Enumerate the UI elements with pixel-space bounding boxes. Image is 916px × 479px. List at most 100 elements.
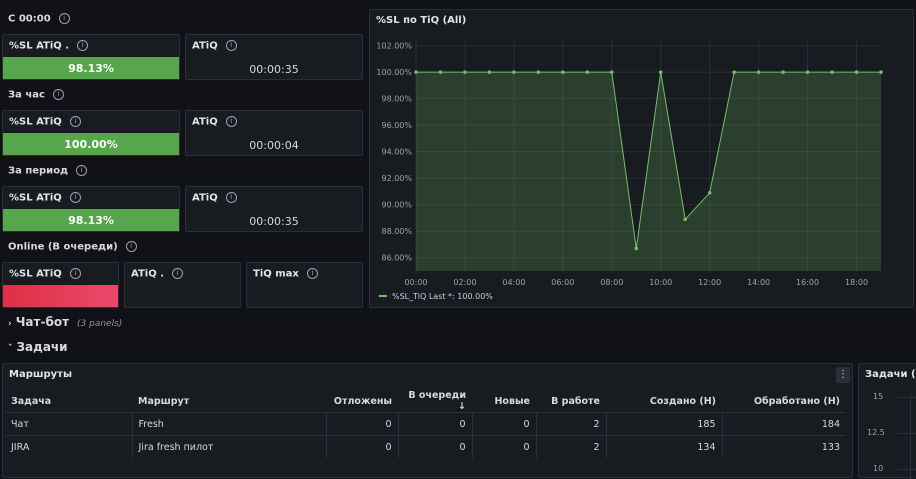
- info-icon[interactable]: i: [172, 268, 183, 279]
- data-point: [707, 190, 712, 195]
- y-tick-label: 88.00%: [381, 227, 412, 236]
- table-cell: 133: [721, 435, 846, 458]
- data-point: [463, 70, 467, 74]
- y-tick-label: 94.00%: [381, 148, 412, 157]
- data-point: [609, 70, 614, 74]
- column-header[interactable]: Обработано (Н): [722, 390, 846, 413]
- x-tick-label: 02:00: [453, 278, 476, 287]
- panel-title: %SL ATiQ i: [9, 268, 81, 280]
- data-point: [414, 70, 418, 74]
- table-row[interactable]: Чат Fresh 0 0 0 2 185 184: [5, 412, 846, 436]
- atiq-online-panel: ATiQ .i: [124, 262, 241, 308]
- info-icon[interactable]: i: [52, 89, 64, 100]
- column-header[interactable]: Новые: [472, 390, 536, 413]
- x-tick-label: 18:00: [845, 278, 868, 287]
- panel-title: ATiQ i: [192, 192, 237, 204]
- data-point: [536, 70, 541, 74]
- panel-count: (3 panels): [77, 319, 123, 329]
- row-title-text: За час: [8, 89, 45, 101]
- data-point: [805, 70, 810, 74]
- row-title-text: Online (В очереди): [8, 241, 118, 253]
- y-tick-label: 102.00%: [376, 42, 412, 51]
- row-tasks[interactable]: ˇ Задачи: [8, 340, 68, 354]
- info-icon[interactable]: i: [225, 192, 237, 203]
- panel-title: ATiQ .i: [131, 268, 183, 280]
- info-icon[interactable]: i: [306, 268, 318, 279]
- y-tick-label: 100.00%: [376, 68, 412, 77]
- x-tick-label: 04:00: [502, 278, 525, 287]
- row-chat-bot[interactable]: › Чат-бот (3 panels): [8, 315, 122, 329]
- column-header[interactable]: В очереди ↓: [398, 390, 472, 413]
- y-tick-label: 98.00%: [381, 95, 412, 104]
- legend-label: %SL_TiQ Last *: 100.00%: [392, 292, 493, 301]
- sl-atiq-panel-1: %SL ATiQ .i 98.13%: [2, 34, 180, 80]
- table-cell: 0: [325, 412, 398, 436]
- table-cell: 134: [605, 435, 722, 458]
- column-header[interactable]: Создано (Н): [606, 390, 722, 413]
- table-cell: 0: [471, 435, 536, 458]
- data-point: [634, 246, 639, 251]
- stat-value: 98.13%: [68, 214, 114, 227]
- column-header[interactable]: Отложены: [326, 390, 398, 413]
- panel-title: Задачи (All: [865, 369, 916, 380]
- info-icon[interactable]: i: [58, 13, 70, 24]
- stat-fill: 98.13%: [3, 209, 179, 231]
- table-cell: 0: [325, 435, 398, 458]
- column-header[interactable]: В работе: [536, 390, 606, 413]
- data-point: [879, 70, 883, 74]
- table-cell: Jira fresh пилот: [131, 435, 326, 458]
- row-title-last-hour: За час i: [8, 89, 64, 101]
- column-header[interactable]: Маршрут: [132, 390, 326, 413]
- grid-line: [897, 433, 916, 434]
- panel-title: %SL ATiQ i: [9, 192, 81, 204]
- sl-atiq-panel-2: %SL ATiQ i 100.00%: [2, 110, 180, 156]
- panel-title: %SL ATiQ .i: [9, 40, 89, 52]
- stat-fill: 98.13%: [3, 57, 179, 79]
- grid-line: [897, 469, 916, 470]
- stat-fill: 100.00%: [3, 133, 179, 155]
- info-icon[interactable]: i: [225, 40, 237, 51]
- data-point: [512, 70, 516, 74]
- tasks-all-panel: Задачи (All 15 12.5 10: [858, 363, 916, 479]
- vertical-dots-icon[interactable]: ⋮: [836, 367, 850, 383]
- stat-value: 100.00%: [64, 138, 118, 151]
- info-icon[interactable]: i: [225, 116, 237, 127]
- stat-fill: [3, 285, 118, 307]
- table-cell: Чат: [5, 412, 132, 436]
- table-cell: 184: [721, 412, 846, 436]
- info-icon[interactable]: i: [77, 40, 89, 51]
- row-title: Чат-бот: [15, 315, 70, 329]
- table-row[interactable]: JIRA Jira fresh пилот 0 0 0 2 134 133: [5, 435, 846, 458]
- sl-tiq-chart-panel: %SL по TiQ (All) 102.00% 100.00% 98.00% 96.…: [369, 9, 914, 308]
- x-tick-label: 08:00: [600, 278, 623, 287]
- data-point: [658, 70, 663, 74]
- table-cell: 2: [535, 412, 606, 436]
- chevron-right-icon: ›: [8, 319, 12, 329]
- data-point: [732, 70, 736, 74]
- table-cell: 0: [471, 412, 536, 436]
- row-title-since-midnight: С 00:00 i: [8, 13, 70, 25]
- data-point: [438, 70, 443, 74]
- data-point: [585, 70, 590, 74]
- data-point: [854, 70, 859, 74]
- y-tick-label: 92.00%: [381, 174, 412, 183]
- info-icon[interactable]: i: [69, 268, 81, 279]
- data-point: [756, 70, 761, 74]
- y-tick-label: 10: [873, 464, 884, 473]
- atiq-panel-3: ATiQ i 00:00:35: [185, 186, 363, 232]
- atiq-panel-2: ATiQ i 00:00:04: [185, 110, 363, 156]
- table-cell: 0: [397, 412, 472, 436]
- info-icon[interactable]: i: [69, 192, 81, 203]
- table-cell: 0: [397, 435, 472, 458]
- sl-tiq-chart: 102.00% 100.00% 98.00% 96.00% 94.00% 92.00% 90…: [376, 39, 883, 301]
- info-icon[interactable]: i: [125, 241, 137, 252]
- y-tick-label: 86.00%: [381, 254, 412, 263]
- routes-panel: Маршруты ⋮ Задача Маршрут Отложены В оче…: [2, 363, 853, 478]
- column-header[interactable]: Задача: [5, 390, 132, 413]
- info-icon[interactable]: i: [76, 165, 88, 176]
- data-point: [781, 70, 785, 74]
- info-icon[interactable]: i: [69, 116, 81, 127]
- x-tick-label: 00:00: [404, 278, 427, 287]
- panel-title: ATiQ i: [192, 116, 237, 128]
- sl-atiq-panel-3: %SL ATiQ i 98.13%: [2, 186, 180, 232]
